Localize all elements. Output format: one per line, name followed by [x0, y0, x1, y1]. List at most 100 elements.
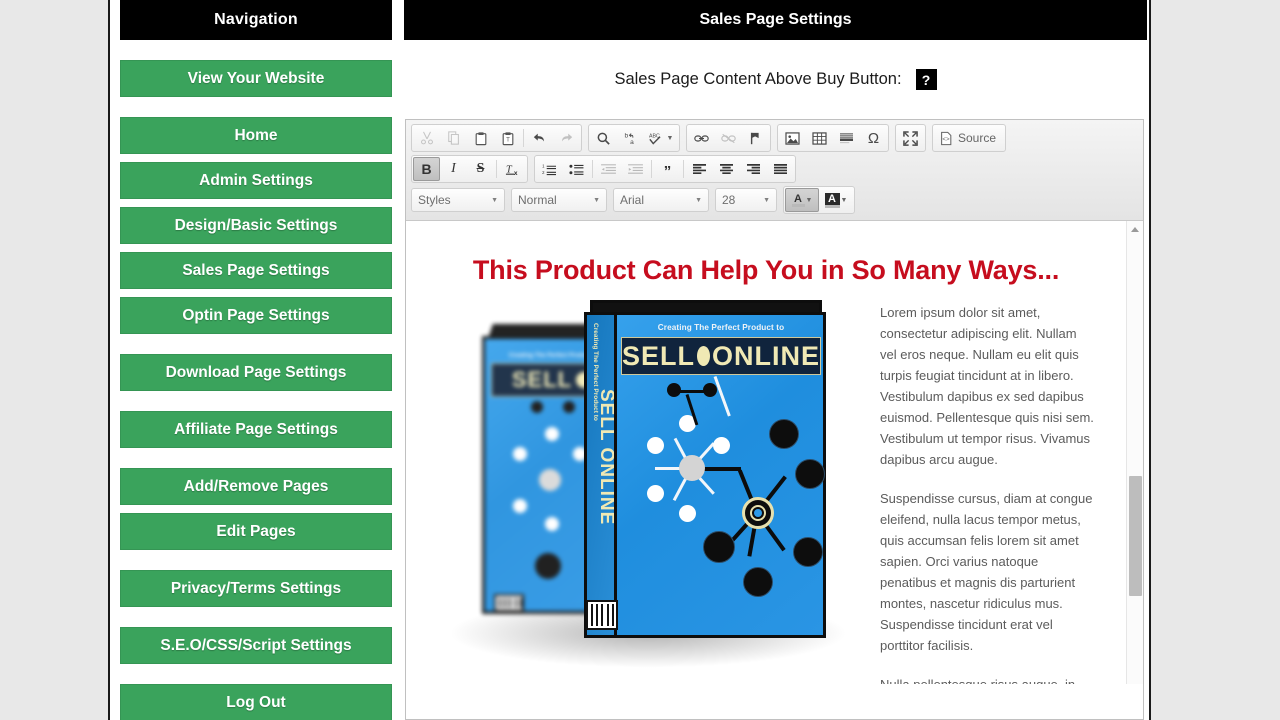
replace-icon[interactable]: ba — [617, 126, 644, 150]
numbered-list-icon[interactable]: 12 — [536, 157, 563, 181]
sidebar-item-admin-settings[interactable]: Admin Settings — [120, 162, 392, 199]
paste-text-icon[interactable]: T — [494, 126, 521, 150]
sidebar-item-view-your-website[interactable]: View Your Website — [120, 60, 392, 97]
special-char-icon[interactable]: Ω — [860, 126, 887, 150]
chevron-down-icon[interactable]: ▼ — [667, 135, 674, 142]
svg-text:a: a — [630, 139, 634, 146]
source-button[interactable]: <> Source — [934, 126, 1004, 150]
box-title-left: SELL — [622, 340, 696, 371]
link-icon[interactable] — [688, 126, 715, 150]
document-body: Lorem ipsum dolor sit amet, consectetur … — [880, 298, 1096, 684]
maximize-group — [895, 124, 926, 152]
box-barcode — [586, 600, 618, 630]
colors-group: A ▼ A ▼ — [783, 186, 855, 214]
svg-text:<>: <> — [942, 136, 950, 143]
scroll-up-icon[interactable] — [1127, 221, 1143, 238]
sidebar-item-optin-page-settings[interactable]: Optin Page Settings — [120, 297, 392, 334]
toolbar-divider — [523, 129, 524, 147]
hub-node — [679, 455, 705, 481]
styles-select-value: Styles — [418, 193, 451, 207]
sidebar-item-download-page-settings[interactable]: Download Page Settings — [120, 354, 392, 391]
toolbar-divider — [496, 160, 497, 178]
sidebar-item-affiliate-page-settings[interactable]: Affiliate Page Settings — [120, 411, 392, 448]
editor-body: This Product Can Help You in So Many Way… — [406, 221, 1143, 684]
svg-text:b: b — [624, 132, 628, 139]
align-left-icon[interactable] — [686, 157, 713, 181]
cut-icon[interactable] — [413, 126, 440, 150]
search-icon[interactable] — [590, 126, 617, 150]
navigation-sidebar: Navigation View Your Website Home Admin … — [120, 0, 392, 720]
document-heading: This Product Can Help You in So Many Way… — [472, 255, 1060, 285]
source-group: <> Source — [932, 124, 1007, 152]
toolbar-row-2: B I S Tx 12 ” — [411, 155, 1138, 183]
document-paragraph: Lorem ipsum dolor sit amet, consectetur … — [880, 305, 1094, 467]
unlink-icon[interactable] — [715, 126, 742, 150]
chevron-down-icon[interactable]: ▼ — [841, 197, 848, 204]
chevron-down-icon: ▼ — [491, 196, 498, 204]
svg-text:1: 1 — [542, 163, 545, 168]
app-screen: Navigation View Your Website Home Admin … — [0, 0, 1280, 720]
sidebar-item-seo-css-script-settings[interactable]: S.E.O/CSS/Script Settings — [120, 627, 392, 664]
rich-text-editor: T b a ABC ▼ Ω <> Source B I S T x 1 2 ” … — [405, 119, 1144, 720]
scrollbar-thumb[interactable] — [1129, 476, 1142, 596]
box-front-panel: Creating The Perfect Product to SELL ONL… — [614, 312, 826, 638]
editor-canvas[interactable]: This Product Can Help You in So Many Way… — [406, 221, 1126, 684]
format-select-value: Normal — [518, 193, 557, 207]
copy-icon[interactable] — [440, 126, 467, 150]
bg-color-letter: A — [824, 192, 840, 205]
sidebar-item-log-out[interactable]: Log Out — [120, 684, 392, 720]
decrease-indent-icon[interactable] — [595, 157, 622, 181]
bold-icon[interactable]: B — [413, 157, 440, 181]
sidebar-item-add-remove-pages[interactable]: Add/Remove Pages — [120, 468, 392, 505]
undo-icon[interactable] — [526, 126, 553, 150]
italic-icon[interactable]: I — [440, 157, 467, 181]
box-title-left: SELL — [511, 367, 573, 392]
chevron-down-icon[interactable]: ▼ — [806, 197, 813, 204]
image-icon[interactable] — [779, 126, 806, 150]
maximize-icon[interactable] — [897, 126, 924, 150]
blockquote-icon[interactable]: ” — [654, 157, 681, 181]
toolbar-divider — [651, 160, 652, 178]
bulleted-list-icon[interactable] — [563, 157, 590, 181]
source-label: Source — [958, 131, 997, 145]
justify-icon[interactable] — [767, 157, 794, 181]
table-icon[interactable] — [806, 126, 833, 150]
text-color-icon[interactable]: A ▼ — [785, 188, 819, 212]
strikethrough-icon[interactable]: S — [467, 157, 494, 181]
toolbar-row-3: Styles ▼ Normal ▼ Arial ▼ 28 ▼ A ▼ A ▼ — [411, 186, 1138, 214]
sidebar-item-sales-page-settings[interactable]: Sales Page Settings — [120, 252, 392, 289]
horizontal-rule-icon[interactable] — [833, 126, 860, 150]
sidebar-item-home[interactable]: Home — [120, 117, 392, 154]
spellcheck-icon[interactable]: ABC ▼ — [644, 126, 678, 150]
help-icon[interactable]: ? — [915, 69, 937, 90]
anchor-icon[interactable] — [742, 126, 769, 150]
box-title-right: ONLINE — [711, 340, 820, 371]
content-field-label: Sales Page Content Above Buy Button: — [614, 70, 902, 88]
editor-scrollbar[interactable] — [1126, 221, 1143, 684]
background-color-icon[interactable]: A ▼ — [819, 188, 853, 212]
gear-node — [742, 497, 774, 529]
field-label-row: Sales Page Content Above Buy Button: ? — [404, 40, 1147, 119]
redo-icon[interactable] — [553, 126, 580, 150]
align-center-icon[interactable] — [713, 157, 740, 181]
main-content: Sales Page Settings Sales Page Content A… — [404, 0, 1147, 720]
remove-format-icon[interactable]: Tx — [499, 157, 526, 181]
sidebar-item-edit-pages[interactable]: Edit Pages — [120, 513, 392, 550]
sidebar-item-design-basic-settings[interactable]: Design/Basic Settings — [120, 207, 392, 244]
font-size-select[interactable]: 28 ▼ — [715, 188, 777, 212]
align-right-icon[interactable] — [740, 157, 767, 181]
paste-icon[interactable] — [467, 126, 494, 150]
increase-indent-icon[interactable] — [622, 157, 649, 181]
styles-select[interactable]: Styles ▼ — [411, 188, 505, 212]
font-select[interactable]: Arial ▼ — [613, 188, 709, 212]
format-select[interactable]: Normal ▼ — [511, 188, 607, 212]
sidebar-item-privacy-terms-settings[interactable]: Privacy/Terms Settings — [120, 570, 392, 607]
